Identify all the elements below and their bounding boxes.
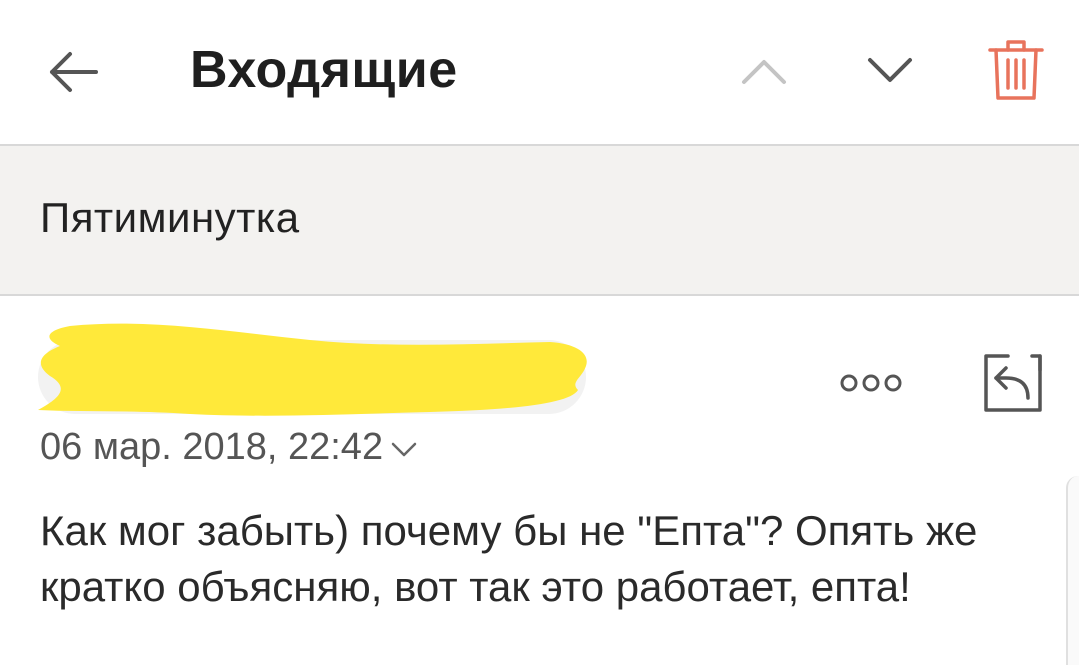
chevron-down-icon (391, 442, 417, 457)
chevron-up-icon (742, 60, 786, 84)
page-title: Входящие (190, 41, 458, 99)
previous-message-button[interactable] (736, 50, 792, 90)
redaction-mark (38, 323, 587, 416)
reply-icon (984, 354, 1042, 412)
delete-button[interactable] (986, 38, 1046, 102)
more-dots-icon (840, 374, 902, 392)
back-button[interactable] (44, 48, 100, 96)
toolbar: Входящие (0, 0, 1079, 146)
trash-icon (988, 40, 1044, 100)
side-panel-edge (1066, 476, 1079, 665)
message-body: Как мог забыть) почему бы не "Епта"? Опя… (40, 507, 978, 610)
more-options-button[interactable] (838, 368, 904, 398)
arrow-left-icon (50, 52, 98, 92)
date-text: 06 мар. 2018, 22:42 (40, 426, 384, 468)
next-message-button[interactable] (862, 50, 918, 90)
reply-button[interactable] (982, 352, 1044, 414)
message-subject: Пятиминутка (40, 194, 300, 241)
message-date[interactable]: 06 мар. 2018, 22:42 (40, 426, 419, 469)
chevron-down-icon (868, 58, 912, 82)
subject-bar: Пятиминутка (0, 146, 1079, 296)
